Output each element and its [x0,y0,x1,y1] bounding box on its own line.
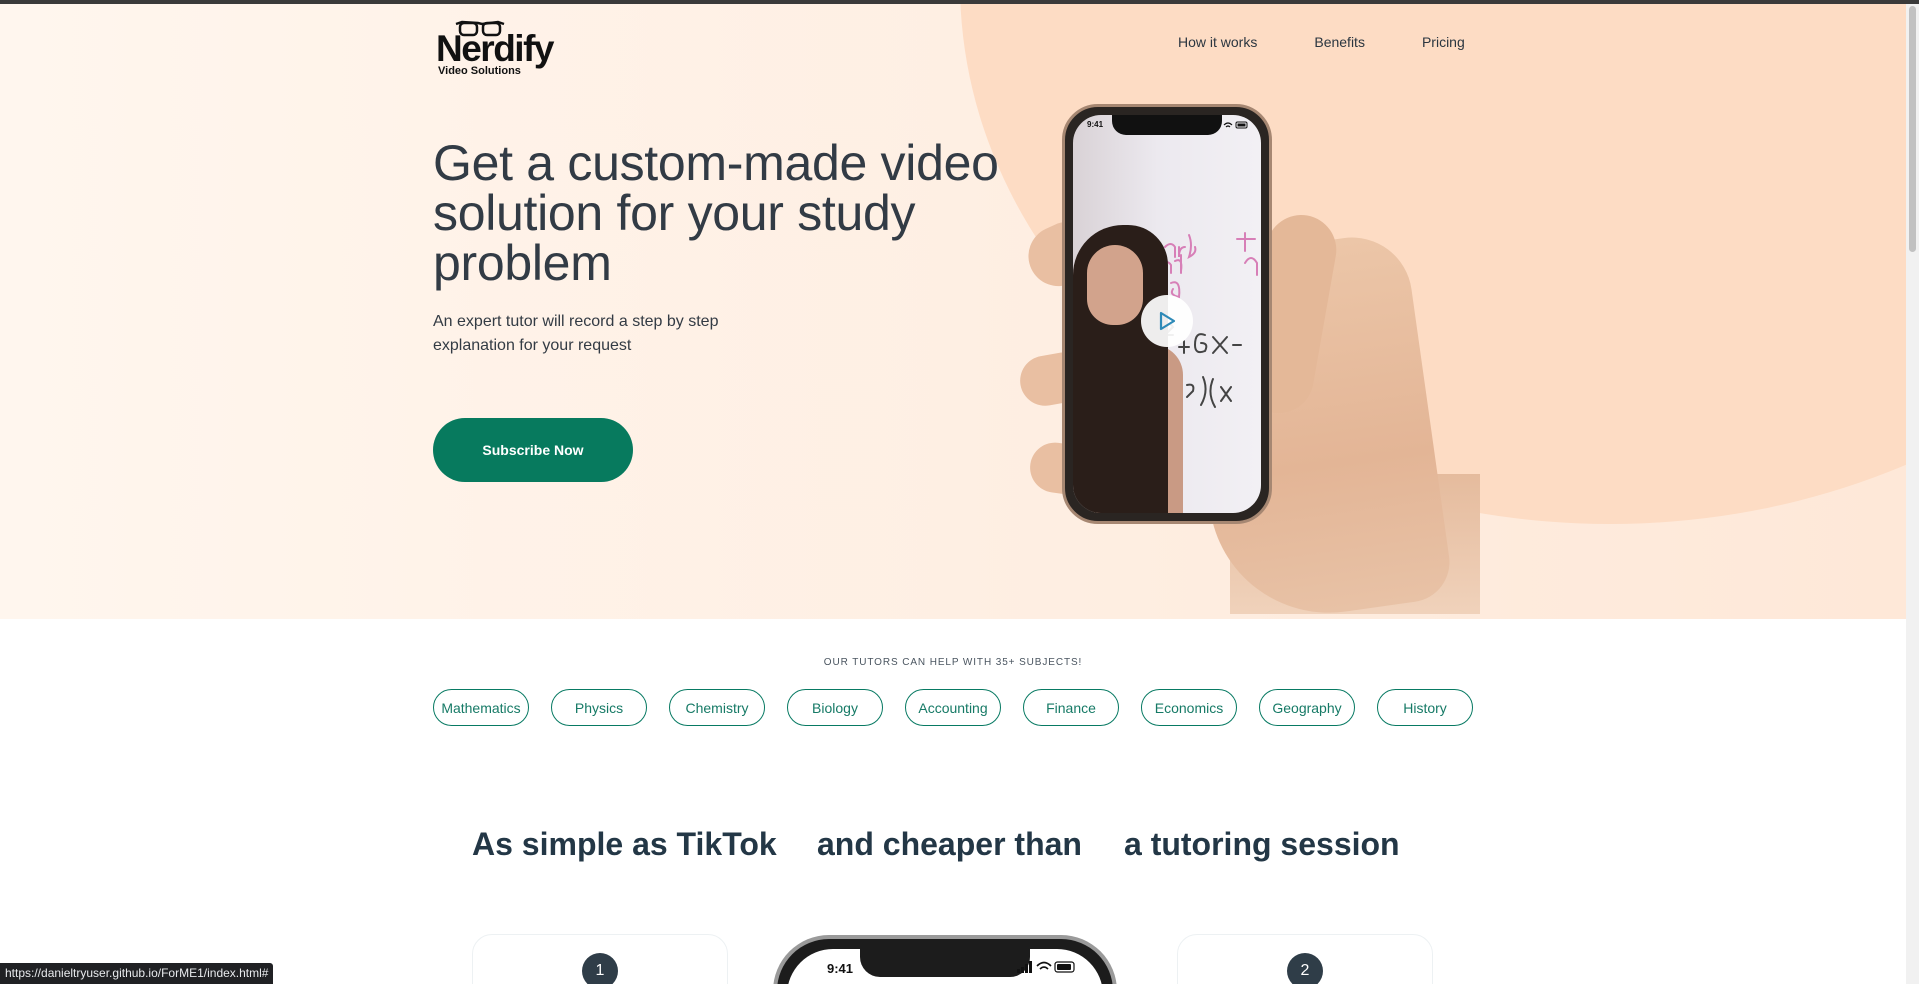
subject-chip-economics[interactable]: Economics [1141,689,1237,726]
browser-top-border [0,0,1919,4]
subscribe-now-button[interactable]: Subscribe Now [433,418,633,482]
step-card: 1 [472,934,728,984]
step-number-badge: 2 [1287,953,1323,984]
demo-phone-notch [860,949,1030,977]
slogan-simple-as-tiktok: As simple as TikTok [472,826,777,862]
logo-wordmark: Nerdify [436,28,554,69]
slogan-tutoring-session: a tutoring session [1124,826,1400,862]
subject-chip-mathematics[interactable]: Mathematics [433,689,529,726]
hero-subheadline: An expert tutor will record a step by st… [433,313,719,354]
subject-chip-list: Mathematics Physics Chemistry Biology Ac… [433,689,1495,726]
main-nav: How it works Benefits Pricing [1178,34,1465,50]
nav-link-pricing[interactable]: Pricing [1422,34,1465,50]
subject-chip-accounting[interactable]: Accounting [905,689,1001,726]
hand-holding-phone-image: 9:41 [1000,94,1480,619]
subject-chip-physics[interactable]: Physics [551,689,647,726]
hero-section: Nerdify Video Solutions How it works Ben… [0,4,1906,619]
video-play-button[interactable] [1141,295,1193,347]
subject-chip-history[interactable]: History [1377,689,1473,726]
nav-link-how-it-works[interactable]: How it works [1178,34,1257,50]
hero-headline: Get a custom-made video solution for you… [433,135,999,291]
phone-notch [1112,115,1222,135]
subject-chip-biology[interactable]: Biology [787,689,883,726]
demo-phone-time: 9:41 [827,961,854,976]
demo-phone-screen: 9:41 [787,949,1103,984]
link-hover-status-url: https://danieltryuser.github.io/ForME1/i… [0,963,274,984]
scrollbar-thumb[interactable] [1909,6,1916,252]
play-icon [1159,311,1176,331]
slogan-cheaper-than: and cheaper than [817,826,1082,862]
step-card: 2 [1177,934,1433,984]
tutor-face [1087,245,1143,325]
phone-screen: 9:41 [1073,115,1261,513]
subject-chip-geography[interactable]: Geography [1259,689,1355,726]
step-number-badge: 1 [582,953,618,984]
logo-tagline: Video Solutions [438,65,521,77]
page-scrollbar[interactable] [1906,4,1919,984]
subject-chip-chemistry[interactable]: Chemistry [669,689,765,726]
demo-phone-status-icons [1017,961,1075,973]
demo-phone: 9:41 [773,935,1117,984]
subject-chip-finance[interactable]: Finance [1023,689,1119,726]
subjects-caption: Our tutors can help with 35+ subjects! [823,657,1083,668]
phone-status-time: 9:41 [1087,120,1104,129]
hero-phone: 9:41 [1062,104,1272,524]
logo[interactable]: Nerdify Video Solutions [436,20,556,80]
nav-link-benefits[interactable]: Benefits [1314,34,1365,50]
phone-status-icons [1211,121,1248,129]
